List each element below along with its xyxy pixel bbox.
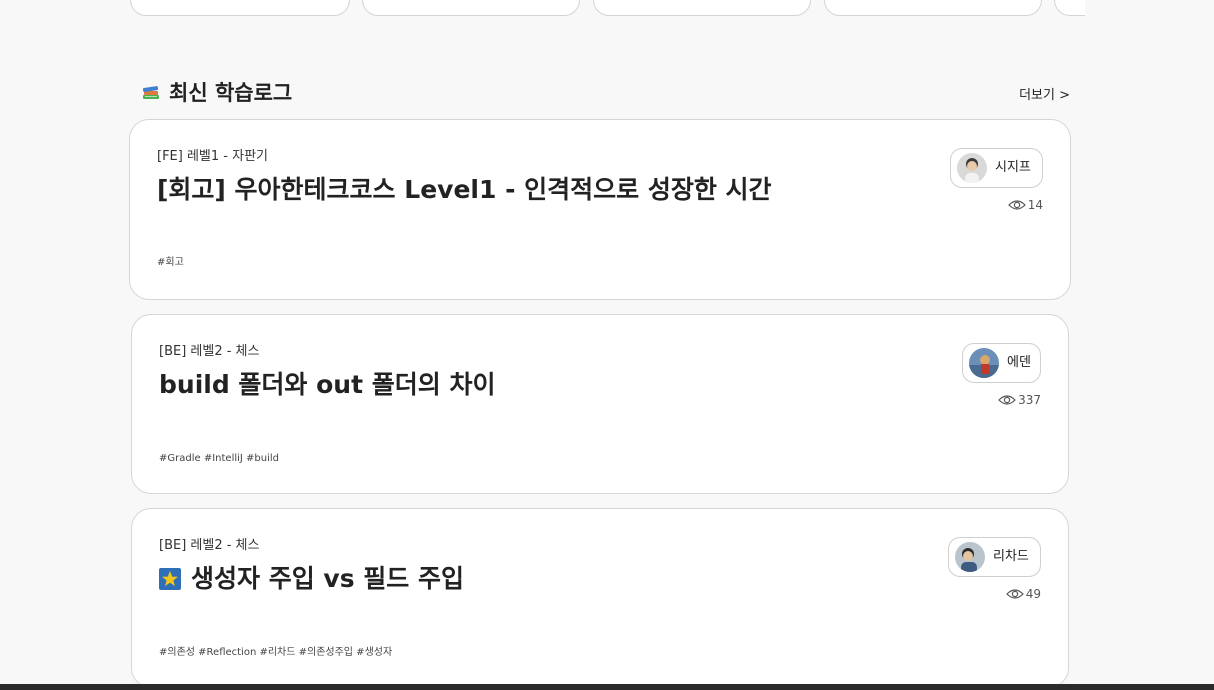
card-course: [BE] 레벨2 - 체스 bbox=[159, 344, 260, 359]
view-count: 337 bbox=[998, 392, 1041, 410]
top-card[interactable] bbox=[593, 0, 811, 16]
study-log-card[interactable]: [FE] 레벨1 - 자판기 [회고] 우아한테크코스 Level1 - 인격적… bbox=[129, 119, 1071, 300]
study-log-card[interactable]: [BE] 레벨2 - 체스 build 폴더와 out 폴더의 차이 #Grad… bbox=[131, 314, 1069, 494]
eye-icon bbox=[998, 394, 1016, 410]
card-title: build 폴더와 out 폴더의 차이 bbox=[159, 370, 496, 399]
eye-icon bbox=[1005, 588, 1024, 604]
card-course: [FE] 레벨1 - 자판기 bbox=[157, 149, 268, 164]
window-bottom-edge bbox=[0, 684, 1214, 690]
view-count-value: 49 bbox=[1025, 587, 1041, 601]
books-icon bbox=[142, 83, 160, 101]
card-course: [BE] 레벨2 - 체스 bbox=[159, 538, 260, 553]
view-count: 14 bbox=[1007, 197, 1043, 215]
top-card[interactable] bbox=[1054, 0, 1085, 16]
card-tags: #Gradle #IntelliJ #build bbox=[159, 453, 279, 464]
card-title: 생성자 주입 vs 필드 주입 bbox=[159, 561, 464, 597]
author-chip[interactable]: 시지프 bbox=[950, 148, 1043, 188]
top-card[interactable] bbox=[824, 0, 1042, 16]
author-chip[interactable]: 에덴 bbox=[962, 343, 1041, 383]
view-count-value: 14 bbox=[1027, 198, 1043, 212]
author-name: 에덴 bbox=[1007, 355, 1031, 370]
avatar bbox=[957, 153, 987, 183]
card-tags: #의존성 #Reflection #리차드 #의존성주입 #생성자 bbox=[159, 647, 393, 658]
author-name: 리차드 bbox=[993, 549, 1029, 564]
top-card[interactable] bbox=[362, 0, 580, 16]
top-card[interactable] bbox=[130, 0, 350, 16]
more-link[interactable]: 더보기 > bbox=[1019, 87, 1070, 105]
study-log-card[interactable]: [BE] 레벨2 - 체스 생성자 주입 vs 필드 주입 #의존성 #Refl… bbox=[131, 508, 1069, 688]
card-title: [회고] 우아한테크코스 Level1 - 인격적으로 성장한 시간 bbox=[157, 175, 772, 204]
avatar bbox=[969, 348, 999, 378]
top-card-row bbox=[0, 0, 1085, 16]
star-icon bbox=[159, 564, 181, 590]
view-count: 49 bbox=[1005, 586, 1041, 604]
card-title-text: 생성자 주입 vs 필드 주입 bbox=[191, 564, 464, 593]
view-count-value: 337 bbox=[1018, 393, 1041, 407]
card-tags: #회고 bbox=[157, 257, 184, 268]
section-header: 최신 학습로그 더보기 > bbox=[142, 78, 1070, 110]
author-chip[interactable]: 리차드 bbox=[948, 537, 1041, 577]
section-title: 최신 학습로그 bbox=[169, 81, 293, 105]
eye-icon bbox=[1007, 199, 1026, 215]
avatar bbox=[955, 542, 985, 572]
author-name: 시지프 bbox=[995, 160, 1031, 175]
